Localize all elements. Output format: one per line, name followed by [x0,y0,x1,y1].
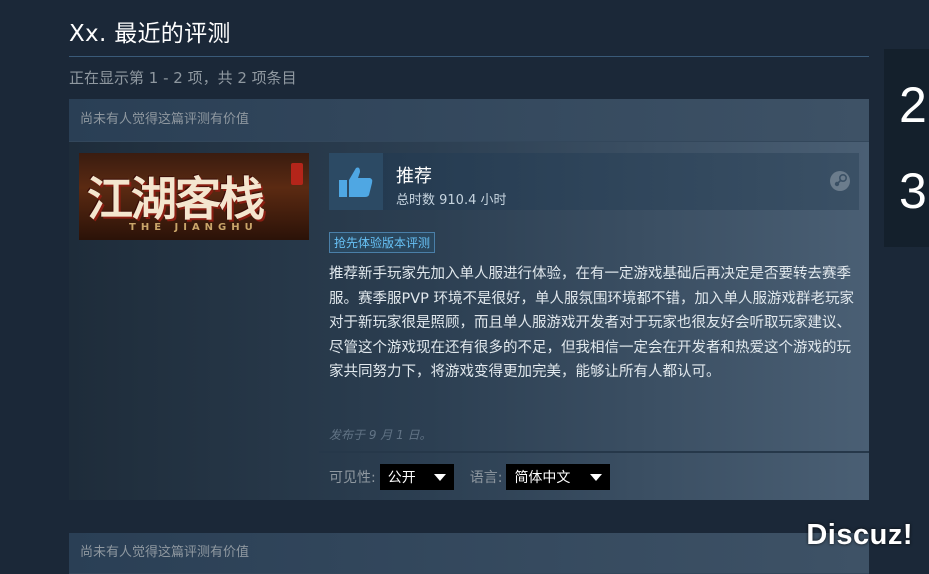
language-dropdown[interactable]: 简体中文 [506,464,611,490]
visibility-label: 可见性: [329,470,376,486]
posted-date: 发布于 9 月 1 日。 [329,428,432,442]
early-access-badge: 抢先体验版本评测 [329,232,436,253]
game-capsule-image[interactable]: 江湖客栈 THE JIANGHU [79,153,309,240]
game-logo-text: 江湖客栈 [87,172,265,226]
steam-logo-icon [829,170,851,196]
review-card: 尚未有人觉得这篇评测有价值 [69,533,869,574]
review-verdict[interactable]: 推荐 总时数 910.4 小时 [329,153,859,210]
side-digit: 2 [899,77,927,133]
side-panel: 2 3 [884,49,929,247]
review-card: 尚未有人觉得这篇评测有价值 江湖客栈 THE JIANGHU 推荐 总时数 91… [69,99,869,500]
review-body: 推荐新手玩家先加入单人服进行体验，在有一定游戏基础后再决定是否要转去赛季服。赛季… [329,266,855,380]
helpful-count: 尚未有人觉得这篇评测有价值 [69,533,869,574]
playtime-hours: 总时数 910.4 小时 [396,193,507,208]
discuz-watermark: Discuz! [806,519,913,551]
title-divider [69,56,869,57]
footer-divider [319,451,869,453]
chevron-down-icon [433,473,446,481]
visibility-dropdown[interactable]: 公开 [379,464,454,490]
language-label: 语言: [469,470,503,486]
thumbs-up-icon [329,153,383,210]
visibility-value: 公开 [387,470,416,486]
seal-mark [291,163,303,185]
review-controls: 可见性: 公开 语言: 简体中文 [329,464,626,490]
results-count: 正在显示第 1 - 2 项，共 2 项条目 [69,69,297,87]
side-digit: 3 [899,163,927,219]
language-value: 简体中文 [514,470,571,486]
helpful-count: 尚未有人觉得这篇评测有价值 [69,99,869,142]
page-title: Xx. 最近的评测 [69,21,231,47]
chevron-down-icon [590,473,603,481]
game-logo-subtitle: THE JIANGHU [129,222,258,233]
verdict-label: 推荐 [396,166,432,187]
